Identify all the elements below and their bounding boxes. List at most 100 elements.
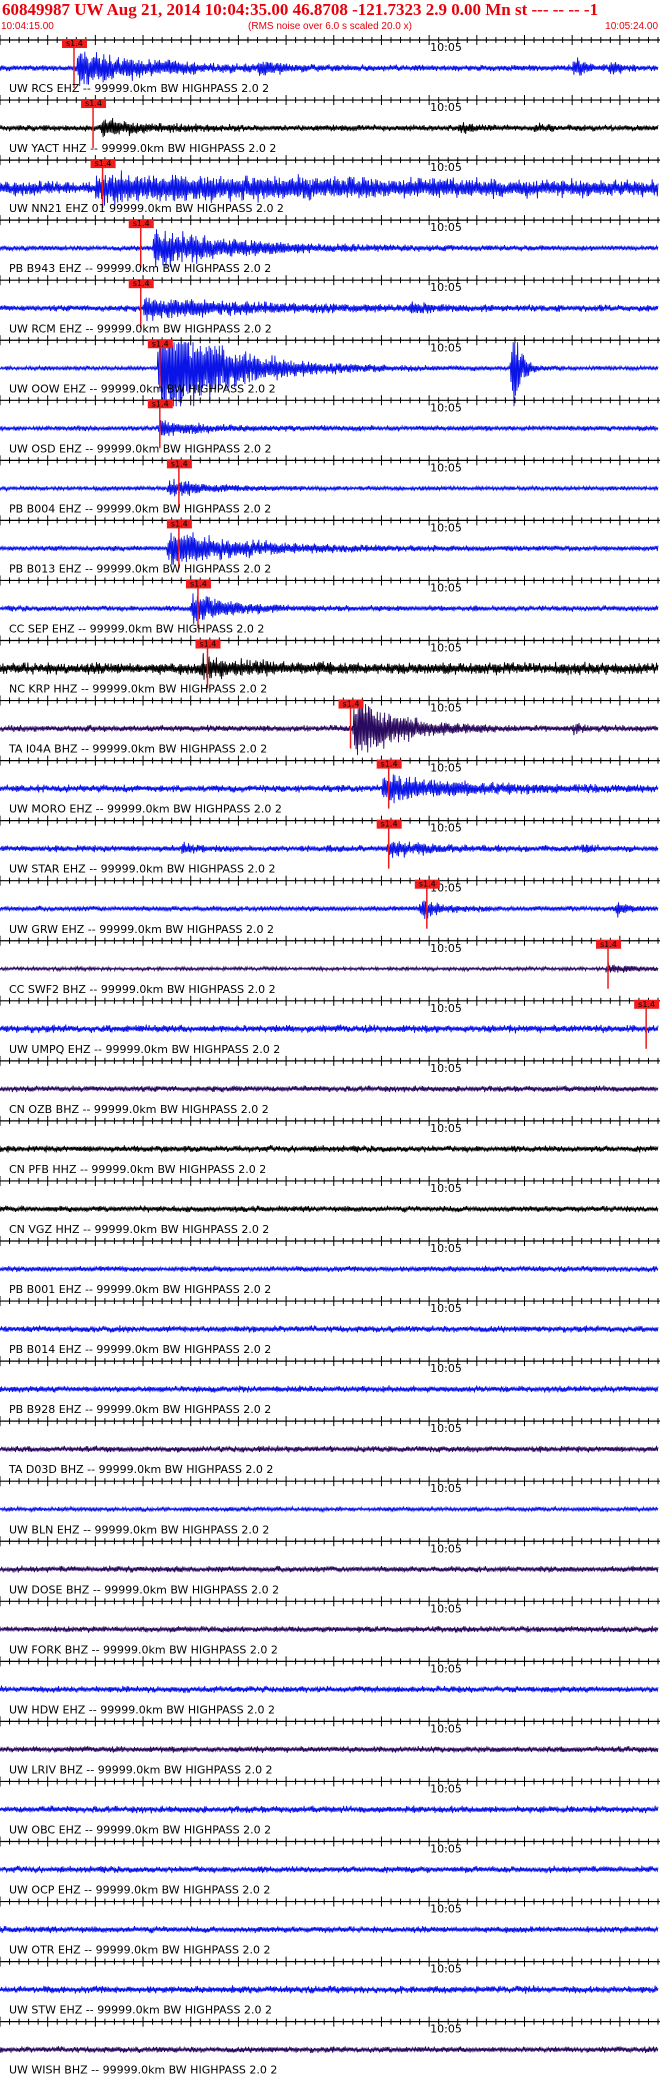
waveform [0,532,659,565]
pick-label: s1.4 [66,39,83,48]
waveform [0,1505,659,1513]
waveform [0,478,659,497]
tick-label-1005: 10:05 [430,341,462,354]
tick-label-1005: 10:05 [430,702,462,715]
channel-label: CC SWF2 BHZ -- 99999.0km BW HIGHPASS 2.0… [9,983,276,996]
channel-trace: 10:05 s1.4 CC SWF2 BHZ -- 99999.0km BW HIG… [0,935,660,996]
pick-label: s1.4 [199,640,216,649]
channel-trace: 10:05 s1.4 UW YACT HHZ -- 99999.0km BW HIG… [0,95,660,155]
channel-trace: 10:05 s1.4 UW OOW EHZ -- 99999.0km BW HIGH… [0,335,660,407]
waveform [0,1445,659,1453]
waveform [0,1745,659,1754]
tick-label-1005: 10:05 [430,1302,462,1315]
waveform [0,1325,659,1333]
channel-label: PB B004 EHZ -- 99999.0km BW HIGHPASS 2.0… [9,502,271,515]
channel-trace: 10:05 CN PFB HHZ -- 99999.0km BW HIGHPASS… [0,1115,660,1176]
channel-label: UW GRW EHZ -- 99999.0km BW HIGHPASS 2.0 … [9,923,274,936]
waveform [0,962,659,973]
channel-label: CC SEP EHZ -- 99999.0km BW HIGHPASS 2.0 … [9,623,264,636]
tick-label-1005: 10:05 [430,1542,462,1555]
tick-label-1005: 10:05 [430,942,462,955]
channel-trace: 10:05 s1.4 UW OSD EHZ -- 99999.0km BW HIGH… [0,395,660,455]
waveform [0,1865,659,1874]
pick-label: s1.4 [381,820,398,829]
tick-label-1005: 10:05 [430,1422,462,1435]
tick-label-1005: 10:05 [430,161,462,174]
pick-label: s1.4 [638,1000,655,1009]
channel-label: UW STW EHZ -- 99999.0km BW HIGHPASS 2.0 … [9,2004,272,2017]
tick-label-1005: 10:05 [430,1963,462,1976]
channel-trace: 10:05 s1.4 NC KRP HHZ -- 99999.0km BW HIGH… [0,635,660,696]
tick-label-1005: 10:05 [430,1662,462,1675]
pick-label: s1.4 [133,279,150,288]
waveform [0,420,659,437]
waveform [0,1265,659,1273]
pick-label: s1.4 [152,339,169,348]
tick-label-1005: 10:05 [430,1362,462,1375]
channel-label: UW OTR EHZ -- 99999.0km BW HIGHPASS 2.0 … [9,1944,270,1957]
waveform [0,1565,659,1573]
channel-trace: 10:05 s1.4 UW RCS EHZ -- 99999.0km BW HIGH… [0,35,660,95]
tick-label-1005: 10:05 [430,1782,462,1795]
channel-trace: 10:05 UW LRIV BHZ -- 99999.0km BW HIGHPAS… [0,1716,660,1776]
channel-label: UW YACT HHZ -- 99999.0km BW HIGHPASS 2.0… [9,142,276,155]
channel-trace: 10:05 CN OZB BHZ -- 99999.0km BW HIGHPASS… [0,1055,660,1116]
channel-label: UW DOSE BHZ -- 99999.0km BW HIGHPASS 2.0… [9,1583,279,1596]
pick-label: s1.4 [600,940,617,949]
waveform [0,1145,659,1153]
channel-trace: 10:05 UW FORK BHZ -- 99999.0km BW HIGHPAS… [0,1596,660,1656]
channel-label: PB B001 EHZ -- 99999.0km BW HIGHPASS 2.0… [9,1283,271,1296]
channel-trace: 10:05 PB B928 EHZ -- 99999.0km BW HIGHPAS… [0,1356,660,1416]
waveform [0,117,659,138]
waveform [0,51,659,87]
channel-label: UW OSD EHZ -- 99999.0km BW HIGHPASS 2.0 … [9,442,272,455]
tick-label-1005: 10:05 [430,762,462,775]
channel-label: PB B014 EHZ -- 99999.0km BW HIGHPASS 2.0… [9,1343,271,1356]
channel-trace: 10:05 PB B001 EHZ -- 99999.0km BW HIGHPAS… [0,1236,660,1296]
channel-label: PB B943 EHZ -- 99999.0km BW HIGHPASS 2.0… [9,262,271,275]
channel-trace: 10:05 UW DOSE BHZ -- 99999.0km BW HIGHPAS… [0,1536,660,1596]
tick-label-1005: 10:05 [430,1722,462,1735]
pick-label: s1.4 [381,760,398,769]
tick-label-1005: 10:05 [430,401,462,414]
channel-label: TA D03D BHZ -- 99999.0km BW HIGHPASS 2.0… [8,1463,273,1476]
pick-label: s1.4 [152,399,169,408]
waveform [0,2045,659,2054]
channel-label: UW MORO EHZ -- 99999.0km BW HIGHPASS 2.0… [9,803,282,816]
tick-label-1005: 10:05 [430,461,462,474]
waveform [0,297,659,322]
waveform [0,1024,659,1034]
channel-trace: 10:05 UW HDW EHZ -- 99999.0km BW HIGHPASS… [0,1656,660,1716]
channel-trace: 10:05s1.4UW GRW EHZ -- 99999.0km BW HIGH… [0,875,660,936]
tick-label-1005: 10:05 [430,642,462,655]
tick-label-1005: 10:05 [430,1602,462,1615]
waveform [0,342,659,407]
channel-trace: 10:05 UW OCP EHZ -- 99999.0km BW HIGHPASS… [0,1836,660,1897]
pick-label: s1.4 [171,459,188,468]
tick-label-1005: 10:05 [430,1843,462,1856]
pick-label: s1.4 [171,519,188,528]
waveform [0,774,659,804]
tick-label-1005: 10:05 [430,1903,462,1916]
channel-trace: 10:05 s1.4 PB B013 EHZ -- 99999.0km BW HIG… [0,515,660,575]
channel-trace: 10:05 s1.4 UW RCM EHZ -- 99999.0km BW HIGH… [0,275,660,335]
channel-trace: 10:05 s1.4 UW NN21 EHZ 01 99999.0km BW HIG… [0,155,660,215]
tick-label-1005: 10:05 [430,581,462,594]
channel-label: UW NN21 EHZ 01 99999.0km BW HIGHPASS 2.0… [9,202,284,215]
channel-label: UW OOW EHZ -- 99999.0km BW HIGHPASS 2.0 … [9,382,276,395]
channel-label: UW OCP EHZ -- 99999.0km BW HIGHPASS 2.0 … [9,1884,270,1897]
channel-label: UW STAR EHZ -- 99999.0km BW HIGHPASS 2.0… [9,863,275,876]
channel-label: UW LRIV BHZ -- 99999.0km BW HIGHPASS 2.0… [9,1763,273,1776]
channel-trace: 10:05 s1.4 UW UMPQ EHZ -- 99999.0km BW HIG… [0,995,660,1056]
channel-label: CN PFB HHZ -- 99999.0km BW HIGHPASS 2.0 … [9,1163,266,1176]
waveform [0,1205,659,1213]
tick-label-1005: 10:05 [430,822,462,835]
waveform [0,1385,659,1393]
pick-label: s1.4 [190,579,207,588]
channel-label: PB B013 EHZ -- 99999.0km BW HIGHPASS 2.0… [9,562,271,575]
channel-label: NC KRP HHZ -- 99999.0km BW HIGHPASS 2.0 … [9,683,267,696]
tick-label-1005: 10:05 [430,41,462,54]
tick-label-1005: 10:05 [430,281,462,294]
waveform [0,1085,659,1093]
tick-label-1005: 10:05 [430,1062,462,1075]
